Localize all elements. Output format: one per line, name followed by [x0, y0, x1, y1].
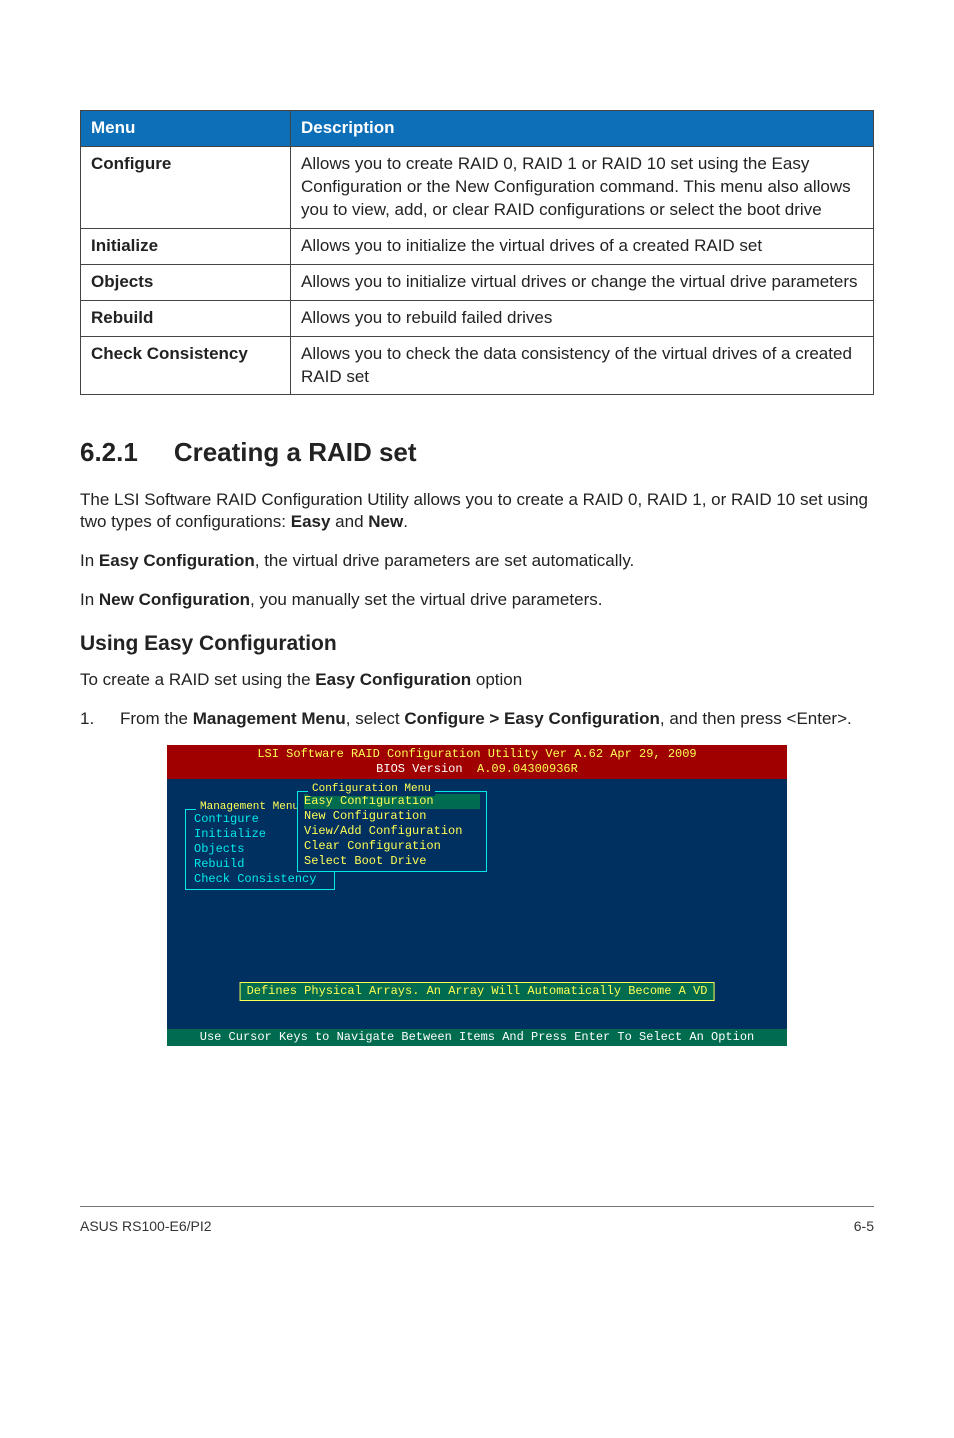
bios-hint: Defines Physical Arrays. An Array Will A… [240, 982, 715, 1001]
bold-easy-config: Easy Configuration [315, 670, 471, 689]
page-footer: ASUS RS100-E6/PI2 6-5 [80, 1206, 874, 1236]
th-menu: Menu [81, 111, 291, 147]
bios-screenshot: LSI Software RAID Configuration Utility … [167, 745, 787, 1046]
cell-desc: Allows you to initialize virtual drives … [291, 264, 874, 300]
text: , and then press <Enter>. [660, 709, 852, 728]
management-menu-title: Management Menu [196, 801, 303, 815]
bold-easy-config: Easy Configuration [99, 551, 255, 570]
cell-desc: Allows you to rebuild failed drives [291, 300, 874, 336]
cell-desc: Allows you to initialize the virtual dri… [291, 228, 874, 264]
th-description: Description [291, 111, 874, 147]
table-row: Configure Allows you to create RAID 0, R… [81, 146, 874, 228]
cell-menu: Objects [81, 264, 291, 300]
step-text: From the Management Menu, select Configu… [120, 708, 852, 731]
bios-footer: Use Cursor Keys to Navigate Between Item… [167, 1029, 787, 1046]
section-number: 6.2.1 [80, 435, 138, 470]
bold-new-config: New Configuration [99, 590, 250, 609]
section-title-text: Creating a RAID set [174, 437, 417, 467]
text: , select [346, 709, 405, 728]
bios-header-line2b: A.09.04300936R [477, 762, 578, 776]
cell-menu: Rebuild [81, 300, 291, 336]
step-number: 1. [80, 708, 120, 731]
cfg-item-new-configuration[interactable]: New Configuration [304, 809, 480, 824]
cell-desc: Allows you to create RAID 0, RAID 1 or R… [291, 146, 874, 228]
bios-body: Management Menu Configure Initialize Obj… [167, 779, 787, 1029]
bold-new: New [368, 512, 403, 531]
menu-description-table: Menu Description Configure Allows you to… [80, 110, 874, 395]
configuration-menu-title: Configuration Menu [308, 783, 435, 797]
cfg-item-clear-configuration[interactable]: Clear Configuration [304, 839, 480, 854]
text: To create a RAID set using the [80, 670, 315, 689]
cell-menu: Configure [81, 146, 291, 228]
text: In [80, 551, 99, 570]
text: The LSI Software RAID Configuration Util… [80, 490, 868, 532]
paragraph-intro: The LSI Software RAID Configuration Util… [80, 489, 874, 535]
text: option [471, 670, 522, 689]
cell-menu: Initialize [81, 228, 291, 264]
cfg-item-select-boot-drive[interactable]: Select Boot Drive [304, 854, 480, 869]
bold-management-menu: Management Menu [193, 709, 346, 728]
text: In [80, 590, 99, 609]
text: , you manually set the virtual drive par… [250, 590, 602, 609]
bold-configure-easy: Configure > Easy Configuration [404, 709, 660, 728]
text: From the [120, 709, 193, 728]
bios-header-line1: LSI Software RAID Configuration Utility … [257, 747, 696, 761]
footer-left: ASUS RS100-E6/PI2 [80, 1217, 212, 1236]
text: and [330, 512, 368, 531]
cfg-item-view-add-configuration[interactable]: View/Add Configuration [304, 824, 480, 839]
paragraph-new: In New Configuration, you manually set t… [80, 589, 874, 612]
cell-desc: Allows you to check the data consistency… [291, 336, 874, 395]
table-row: Initialize Allows you to initialize the … [81, 228, 874, 264]
table-row: Rebuild Allows you to rebuild failed dri… [81, 300, 874, 336]
paragraph-sub-intro: To create a RAID set using the Easy Conf… [80, 669, 874, 692]
paragraph-easy: In Easy Configuration, the virtual drive… [80, 550, 874, 573]
configuration-menu-panel: Configuration Menu Easy Configuration Ne… [297, 791, 487, 872]
section-heading: 6.2.1 Creating a RAID set [80, 435, 874, 470]
text: , the virtual drive parameters are set a… [255, 551, 635, 570]
mgmt-item-check-consistency[interactable]: Check Consistency [192, 872, 328, 887]
sub-heading: Using Easy Configuration [80, 630, 874, 658]
table-row: Check Consistency Allows you to check th… [81, 336, 874, 395]
steps-list: 1. From the Management Menu, select Conf… [80, 708, 874, 731]
bold-easy: Easy [291, 512, 331, 531]
footer-right: 6-5 [854, 1217, 874, 1236]
cell-menu: Check Consistency [81, 336, 291, 395]
step-item: 1. From the Management Menu, select Conf… [80, 708, 874, 731]
table-row: Objects Allows you to initialize virtual… [81, 264, 874, 300]
text: . [403, 512, 408, 531]
bios-header-line2a: BIOS Version [376, 762, 477, 776]
bios-header: LSI Software RAID Configuration Utility … [167, 745, 787, 779]
